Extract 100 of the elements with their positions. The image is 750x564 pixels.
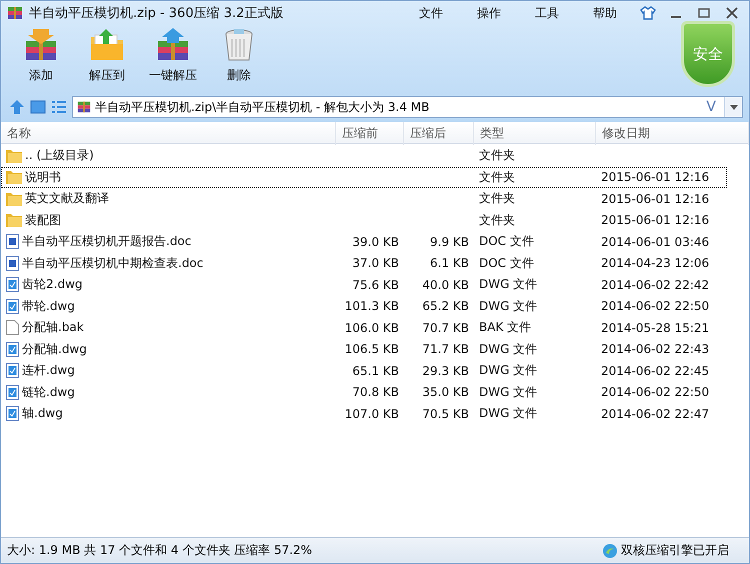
file-name: 半自动平压模切机中期检查表.doc (22, 254, 204, 272)
file-row[interactable]: 链轮.dwg 70.8 KB 35.0 KB DWG 文件 2014-06-02 22:50 (1, 382, 727, 403)
maximize-icon (698, 8, 710, 18)
file-name: 连杆.dwg (22, 362, 75, 380)
type-cell-text: BAK 文件 (478, 319, 532, 336)
date-cell-text: 2014-06-02 22:50 (600, 385, 710, 400)
date-cell-text: 2014-06-02 22:42 (600, 278, 710, 292)
file-row[interactable]: 半自动平压模切机开题报告.doc 39.0 KB 9.9 KB DOC 文件 2014-06-01 03:46 (1, 231, 727, 252)
engine-status: 双核压缩引擎已开启 (621, 542, 729, 559)
file-row[interactable]: 分配轴.bak 106.0 KB 70.7 KB BAK 文件 2014-05-28 15:21 (1, 317, 727, 338)
file-row[interactable]: .. (上级目录) 文件夹 (1, 145, 727, 166)
toolbar-button[interactable]: 一键解压 (143, 27, 203, 84)
type-cell-text: DWG 文件 (478, 384, 538, 401)
address-dropdown-glyph[interactable]: V (702, 99, 720, 115)
type-cell-text: DOC 文件 (478, 233, 535, 250)
type-cell-text: DWG 文件 (478, 362, 538, 380)
file-name: 分配轴.bak (22, 319, 84, 336)
folder-icon (6, 148, 22, 163)
size-cell-text: 107.0 KB (344, 406, 400, 421)
menu-item[interactable]: 操作 (463, 4, 515, 22)
folder-icon (6, 192, 22, 206)
document-icon (6, 256, 19, 271)
address-text: 半自动平压模切机.zip\半自动平压模切机 - 解包大小为 3.4 MB (95, 98, 430, 116)
date-cell-text: 2014-04-23 12:06 (600, 256, 710, 270)
dropdown-button[interactable] (724, 97, 742, 117)
file-name: 分配轴.dwg (22, 340, 87, 358)
file-row[interactable]: 半自动平压模切机中期检查表.doc 37.0 KB 6.1 KB DOC 文件 2014-04-23 12:06 (1, 252, 727, 274)
column-header[interactable]: 压缩后 (404, 122, 474, 145)
size-cell-text: 37.0 KB (351, 256, 400, 270)
file-row[interactable]: 装配图 文件夹 2015-06-01 12:16 (1, 210, 727, 231)
date-cell-text: 2014-06-01 03:46 (600, 234, 710, 249)
archive-arrow-down-icon (23, 27, 59, 63)
document-icon (6, 234, 19, 250)
toolbar-button[interactable]: 删除 (209, 27, 269, 84)
size-cell-text: 101.3 KB (344, 299, 400, 314)
archive-arrow-up-icon (155, 27, 191, 63)
packed-size-cell-text: 35.0 KB (421, 385, 470, 400)
size-cell-text: 70.8 KB (351, 385, 400, 400)
caret-icon (730, 104, 738, 110)
column-header[interactable]: 压缩前 (336, 122, 404, 145)
packed-size-cell-text: 65.2 KB (421, 299, 470, 314)
file-name: 英文文献及翻译 (25, 190, 109, 208)
file-row[interactable]: 分配轴.dwg 106.5 KB 71.7 KB DWG 文件 2014-06-02 22:43 (1, 338, 727, 360)
drawing-file-icon (6, 363, 19, 378)
file-name: 装配图 (25, 212, 61, 229)
file-name: 说明书 (25, 168, 61, 186)
type-cell-text: 文件夹 (478, 212, 516, 229)
column-header[interactable]: 类型 (474, 122, 596, 145)
file-row[interactable]: 英文文献及翻译 文件夹 2015-06-01 12:16 (1, 188, 727, 210)
file-row[interactable]: 连杆.dwg 65.1 KB 29.3 KB DWG 文件 2014-06-02 22:45 (1, 360, 727, 382)
packed-size-cell-text: 29.3 KB (421, 364, 470, 378)
thumbnail-view-icon[interactable] (30, 99, 46, 115)
file-row[interactable]: 说明书 文件夹 2015-06-01 12:16 (1, 166, 727, 188)
minimize-icon (670, 16, 682, 18)
engine-logo-icon (602, 542, 618, 558)
size-cell-text: 106.5 KB (344, 342, 400, 356)
drawing-file-icon (6, 342, 19, 357)
type-cell-text: DWG 文件 (478, 298, 538, 315)
date-cell-text: 2015-06-01 12:16 (600, 170, 710, 184)
type-cell-text: DWG 文件 (478, 405, 538, 422)
packed-size-cell-text: 71.7 KB (421, 342, 470, 356)
folder-icon (6, 170, 22, 184)
file-name: 齿轮2.dwg (22, 276, 82, 294)
file-name: 带轮.dwg (22, 298, 75, 315)
address-field[interactable]: 半自动平压模切机.zip\半自动平压模切机 - 解包大小为 3.4 MB V (72, 96, 743, 118)
type-cell-text: 文件夹 (478, 168, 516, 186)
date-cell-text: 2014-05-28 15:21 (600, 320, 710, 335)
size-cell-text: 39.0 KB (351, 234, 400, 249)
archive-icon (77, 100, 91, 114)
packed-size-cell-text: 70.5 KB (421, 406, 470, 421)
type-cell-text: 文件夹 (478, 147, 516, 164)
date-cell-text: 2014-06-02 22:43 (600, 342, 710, 356)
size-cell-text: 75.6 KB (351, 278, 400, 292)
date-cell-text: 2014-06-02 22:45 (600, 364, 710, 378)
column-header[interactable]: 修改日期 (596, 122, 749, 145)
date-cell-text: 2015-06-01 12:16 (600, 192, 710, 206)
menu-item[interactable]: 工具 (521, 4, 573, 22)
file-row[interactable]: 带轮.dwg 101.3 KB 65.2 KB DWG 文件 2014-06-02 22:50 (1, 296, 727, 317)
file-row[interactable]: 齿轮2.dwg 75.6 KB 40.0 KB DWG 文件 2014-06-02 22:42 (1, 274, 727, 296)
folder-icon (6, 213, 22, 228)
close-icon (726, 7, 738, 19)
menu-item[interactable]: 帮助 (579, 4, 631, 22)
archive-icon (7, 5, 23, 21)
column-header[interactable]: 名称 (1, 122, 336, 145)
menu-item[interactable]: 文件 (405, 4, 457, 22)
drawing-file-icon (6, 384, 19, 400)
file-name: 半自动平压模切机开题报告.doc (22, 233, 192, 250)
toolbar-button[interactable]: 添加 (11, 27, 71, 84)
date-cell-text: 2014-06-02 22:47 (600, 406, 710, 421)
packed-size-cell-text: 40.0 KB (421, 278, 470, 292)
file-row[interactable]: 轴.dwg 107.0 KB 70.5 KB DWG 文件 2014-06-02 22:47 (1, 403, 727, 424)
type-cell-text: 文件夹 (478, 190, 516, 208)
type-cell-text: DWG 文件 (478, 340, 538, 358)
file-name: 轴.dwg (22, 405, 63, 422)
blank-file-icon (6, 320, 19, 336)
window-title: 半自动平压模切机.zip - 360压缩 3.2正式版 (29, 5, 284, 22)
skin-button[interactable] (637, 4, 659, 22)
toolbar-button[interactable]: 解压到 (77, 27, 137, 84)
drawing-file-icon (6, 406, 19, 422)
date-cell-text: 2015-06-01 12:16 (600, 213, 710, 228)
